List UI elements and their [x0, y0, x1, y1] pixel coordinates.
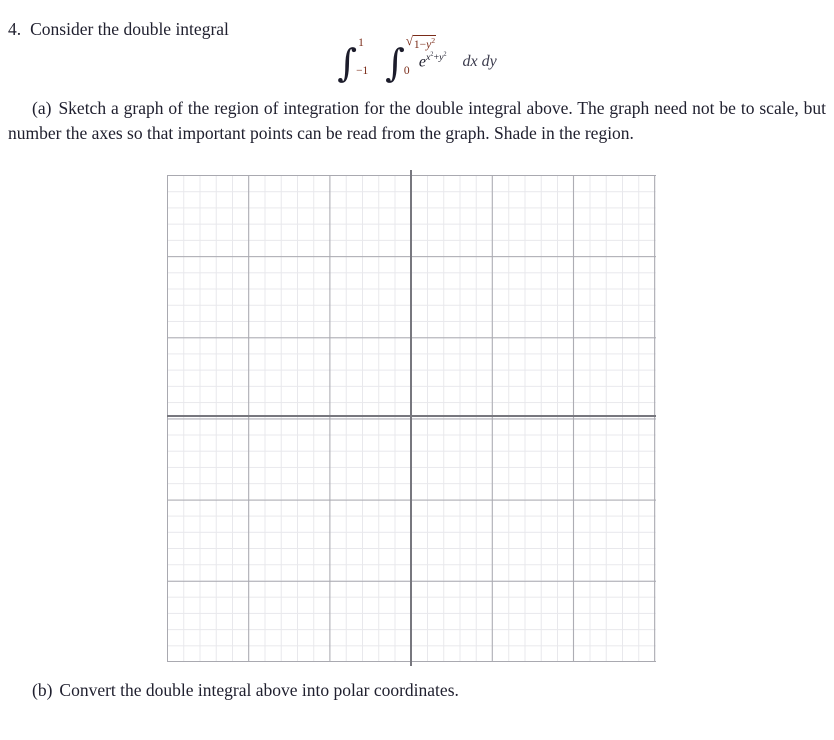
- radicand-constant: 1−: [413, 38, 427, 51]
- inner-upper-limit: 1−y2: [406, 33, 437, 51]
- integral-sign-inner: ∫: [385, 41, 405, 85]
- radicand-exponent: 2: [431, 36, 436, 45]
- part-a-label: (a): [32, 98, 52, 118]
- exponent-y-power: 2: [443, 52, 447, 59]
- problem-number: 4.: [8, 19, 22, 39]
- integrand: ex2+y2: [419, 52, 447, 72]
- sqrt-icon: 1−y2: [406, 33, 437, 51]
- problem-text: Consider the double integral: [30, 19, 229, 39]
- outer-lower-limit: −1: [356, 65, 369, 77]
- integral-sign-outer: ∫: [337, 41, 358, 85]
- part-b: (b) Convert the double integral above int…: [8, 678, 826, 703]
- problem-statement: 4. Consider the double integral: [8, 18, 229, 41]
- integrand-base: e: [418, 53, 426, 71]
- part-b-label: (b): [32, 680, 53, 700]
- part-a: (a) Sketch a graph of the region of integ…: [8, 96, 826, 146]
- integrand-exponent: x2+y2: [426, 52, 447, 63]
- integral-expression: ∫1−1 ∫1−y20 ex2+y2 dx dy: [337, 33, 497, 85]
- outer-upper-limit: 1: [358, 37, 364, 49]
- graph-grid[interactable]: [167, 170, 656, 666]
- integral-display: ∫1−1 ∫1−y20 ex2+y2 dx dy: [0, 33, 834, 90]
- part-a-text: Sketch a graph of the region of integrat…: [8, 98, 826, 143]
- differentials: dx dy: [462, 53, 497, 70]
- inner-lower-limit: 0: [403, 65, 410, 77]
- part-b-text: Convert the double integral above into p…: [59, 680, 459, 700]
- worksheet-page: 4.Consider the double integral ∫1−1 ∫1−y…: [0, 0, 834, 740]
- y-axis: [410, 170, 412, 666]
